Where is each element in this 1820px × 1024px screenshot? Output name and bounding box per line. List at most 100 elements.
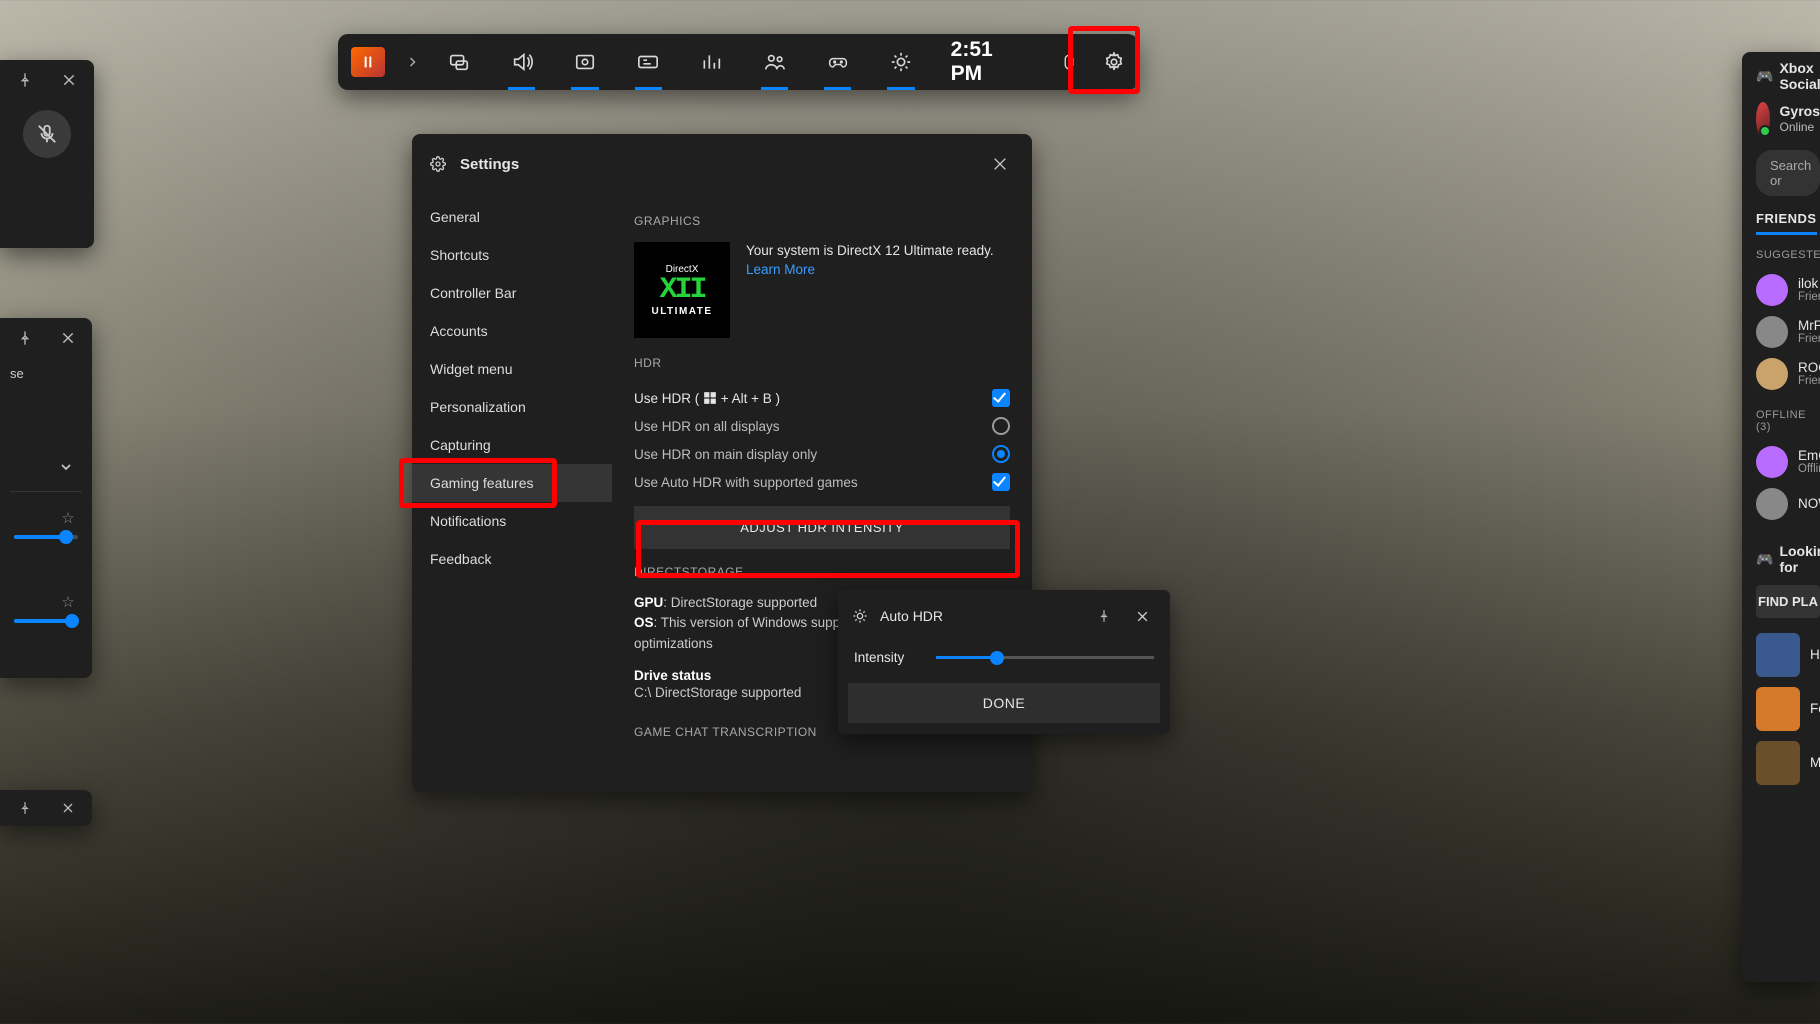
directx-badge: DirectX XII ULTIMATE (634, 242, 730, 338)
controller-icon: 🎮 (1756, 68, 1773, 85)
xbox-button[interactable] (806, 34, 869, 90)
directstorage-heading: DIRECTSTORAGE (634, 565, 1010, 579)
settings-nav: GeneralShortcutsController BarAccountsWi… (412, 194, 612, 792)
clock: 2:51 PM (933, 38, 1047, 86)
close-icon[interactable] (982, 146, 1018, 182)
search-input[interactable]: Search or (1756, 150, 1820, 196)
nav-capturing[interactable]: Capturing (412, 426, 612, 464)
friend-sub: Friend (1798, 375, 1820, 387)
performance-button[interactable] (680, 34, 743, 90)
game-row[interactable]: Ha (1756, 628, 1820, 682)
game-row[interactable]: Fo (1756, 682, 1820, 736)
offline-heading: OFFLINE (3) (1756, 409, 1820, 433)
friend-sub: Friend (1798, 291, 1820, 303)
friend-sub: Friend (1798, 333, 1820, 345)
avatar (1756, 316, 1788, 348)
auto-hdr-label: Use Auto HDR with supported games (634, 475, 858, 490)
star-icon[interactable]: ☆ (58, 509, 78, 527)
graphics-heading: GRAPHICS (634, 214, 1010, 228)
friend-sub: Offline (1798, 463, 1820, 475)
mic-widget (0, 60, 94, 248)
gear-icon (426, 152, 450, 176)
nav-gaming-features[interactable]: Gaming features (412, 464, 612, 502)
friend-name: ilok (1798, 277, 1820, 292)
star-icon[interactable]: ☆ (58, 593, 78, 611)
hdr-main-label: Use HDR on main display only (634, 447, 817, 462)
game-tile (1756, 633, 1800, 677)
auto-hdr-popup: Auto HDR Intensity DONE (838, 590, 1170, 734)
game-tile (1756, 741, 1800, 785)
friend-row[interactable]: MrPFriend (1756, 311, 1820, 353)
game-row[interactable]: Mi (1756, 736, 1820, 790)
nav-personalization[interactable]: Personalization (412, 388, 612, 426)
xbox-social-panel: 🎮Xbox Social GyrosOnline Search or FRIEN… (1742, 52, 1820, 982)
friend-name: ROG (1798, 361, 1820, 376)
intensity-slider[interactable] (936, 656, 1154, 659)
nav-widget-menu[interactable]: Widget menu (412, 350, 612, 388)
audio-button[interactable] (490, 34, 553, 90)
learn-more-link[interactable]: Learn More (746, 262, 815, 277)
friend-row[interactable]: ROGFriend (1756, 353, 1820, 395)
avatar (1756, 446, 1788, 478)
friend-row[interactable]: ilokFriend (1756, 269, 1820, 311)
sun-icon (848, 604, 872, 628)
volume-slider-1[interactable] (14, 535, 78, 539)
game-bar: 2:51 PM (338, 34, 1138, 90)
overlay-button[interactable] (617, 34, 680, 90)
hdr-main-radio[interactable] (992, 445, 1010, 463)
widgets-button[interactable] (427, 34, 490, 90)
nav-general[interactable]: General (412, 198, 612, 236)
settings-button[interactable] (1091, 34, 1138, 90)
me-status: Online (1780, 120, 1820, 134)
game-name: Mi (1810, 756, 1820, 771)
chevron-right-icon[interactable] (397, 56, 427, 68)
pin-icon[interactable] (8, 790, 41, 826)
chevron-down-icon[interactable] (48, 449, 84, 485)
friend-name: NOW (1798, 497, 1820, 512)
use-hdr-checkbox[interactable] (992, 389, 1010, 407)
hdr-all-radio[interactable] (992, 417, 1010, 435)
nav-feedback[interactable]: Feedback (412, 540, 612, 578)
avatar (1756, 488, 1788, 520)
mouse-icon (1047, 34, 1090, 90)
friend-name: MrP (1798, 319, 1820, 334)
pin-icon[interactable] (1086, 598, 1122, 634)
social-header: Xbox Social (1779, 60, 1820, 92)
close-icon[interactable] (52, 62, 86, 98)
friend-row[interactable]: NOW (1756, 483, 1820, 525)
nav-controller-bar[interactable]: Controller Bar (412, 274, 612, 312)
done-button[interactable]: DONE (848, 683, 1160, 723)
friend-row[interactable]: EmCeOffline (1756, 441, 1820, 483)
friend-name: EmCe (1798, 449, 1820, 464)
hdr-popup-title: Auto HDR (880, 608, 943, 624)
hdr-all-label: Use HDR on all displays (634, 419, 780, 434)
nav-notifications[interactable]: Notifications (412, 502, 612, 540)
find-players-button[interactable]: FIND PLA (1756, 585, 1820, 618)
game-tile (1756, 687, 1800, 731)
auto-hdr-checkbox[interactable] (992, 473, 1010, 491)
avatar[interactable] (1756, 102, 1770, 136)
close-icon[interactable] (51, 320, 84, 356)
avatar (1756, 358, 1788, 390)
app-tile[interactable] (338, 47, 397, 77)
pin-icon[interactable] (8, 320, 41, 356)
avatar (1756, 274, 1788, 306)
controller-icon: 🎮 (1756, 551, 1773, 568)
capture-button[interactable] (553, 34, 616, 90)
adjust-hdr-button[interactable]: ADJUST HDR INTENSITY (634, 506, 1010, 549)
tab-friends[interactable]: FRIENDS (1756, 211, 1817, 235)
volume-slider-2[interactable] (14, 619, 78, 623)
nav-accounts[interactable]: Accounts (412, 312, 612, 350)
close-icon[interactable] (51, 790, 84, 826)
brightness-button[interactable] (869, 34, 932, 90)
pin-icon[interactable] (8, 62, 42, 98)
mic-mute-button[interactable] (23, 110, 71, 158)
close-icon[interactable] (1124, 598, 1160, 634)
intensity-label: Intensity (854, 650, 922, 665)
settings-title: Settings (460, 156, 519, 173)
game-name: Ha (1810, 648, 1820, 663)
use-hdr-label: Use HDR ( + Alt + B ) (634, 391, 780, 406)
mini-widget (0, 790, 92, 826)
nav-shortcuts[interactable]: Shortcuts (412, 236, 612, 274)
social-button[interactable] (743, 34, 806, 90)
